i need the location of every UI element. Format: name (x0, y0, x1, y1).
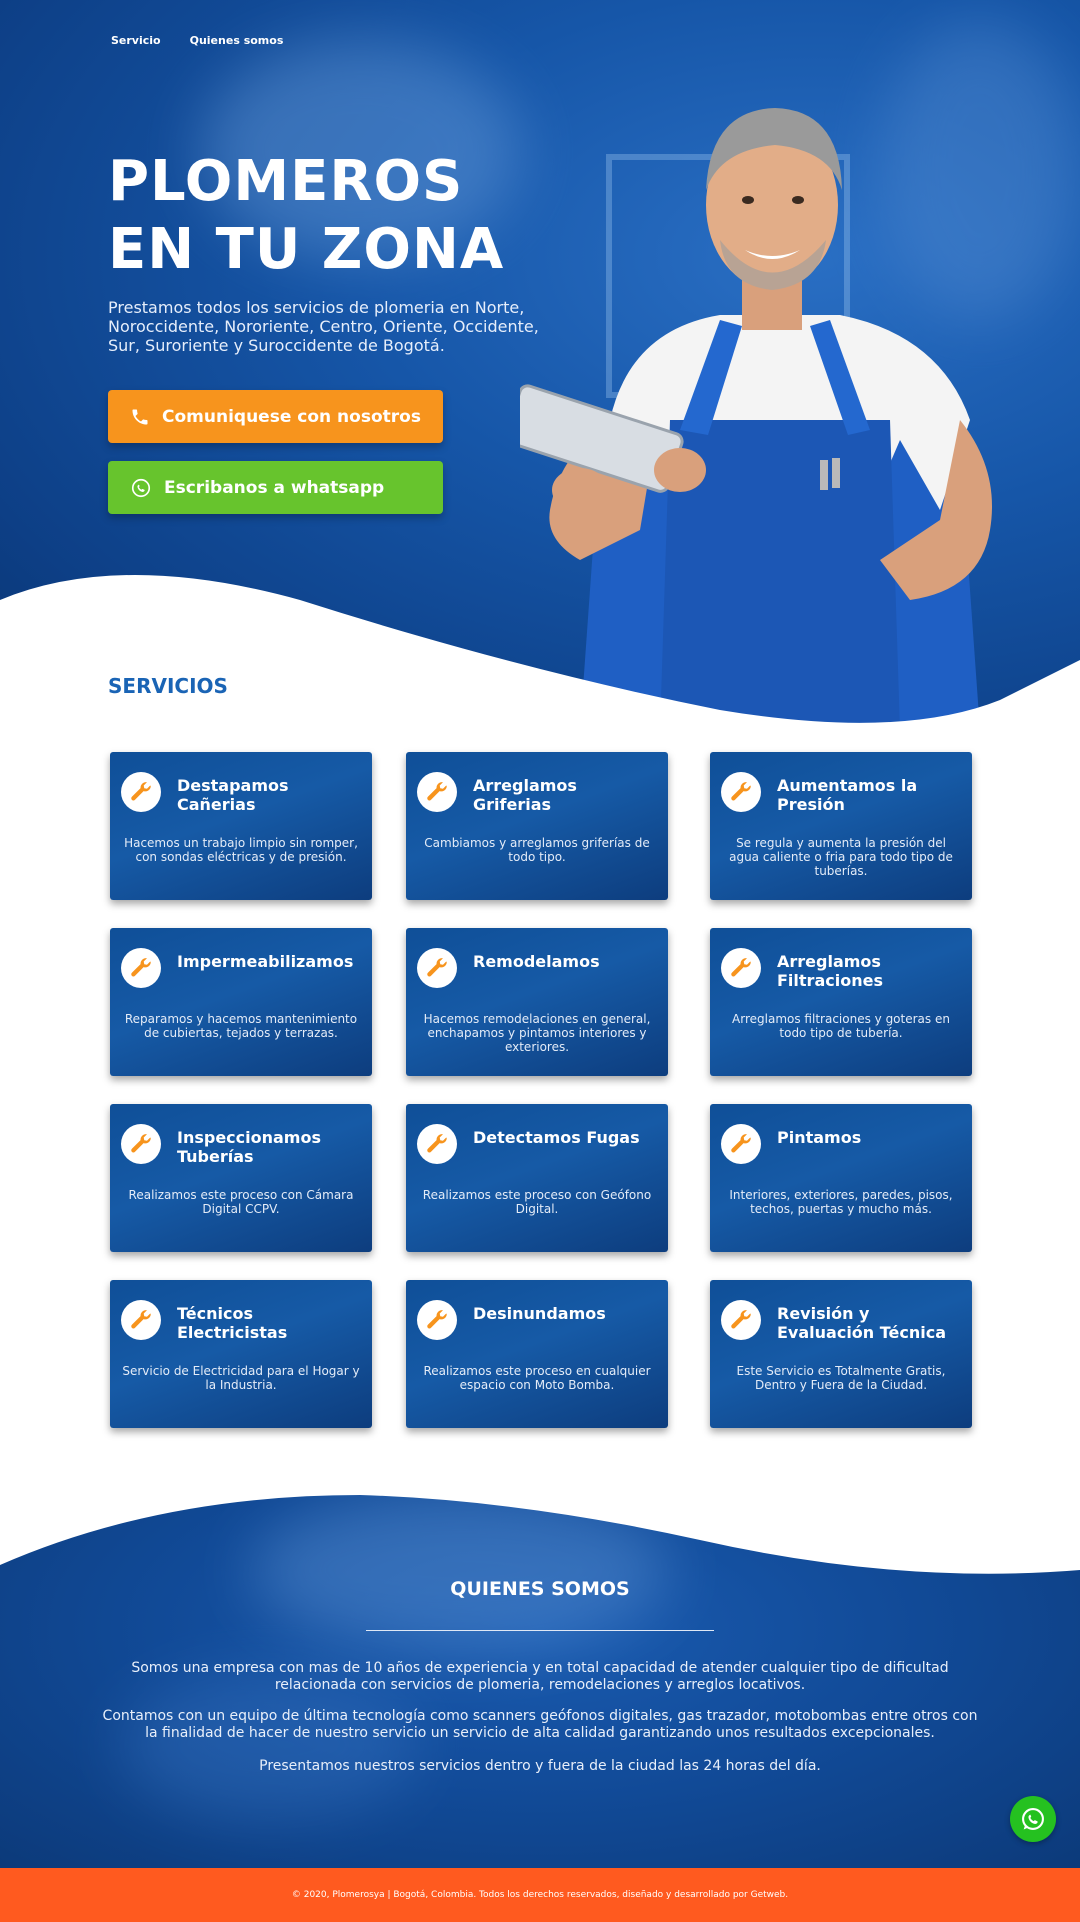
hero-title-line1: PLOMEROS (108, 149, 464, 214)
wave-divider (0, 575, 1080, 730)
hero-title: PLOMEROS EN TU ZONA (108, 148, 588, 284)
service-title: Impermeabilizamos (177, 952, 354, 971)
about-paragraph-1: Somos una empresa con mas de 10 años de … (131, 1660, 949, 1693)
wave-divider (0, 1470, 1080, 1574)
wrench-icon (417, 948, 457, 988)
service-title: Detectamos Fugas (473, 1128, 640, 1147)
service-card: Desinundamos Realizamos este proceso en … (406, 1280, 668, 1428)
wrench-icon (417, 1300, 457, 1340)
service-description: Servicio de Electricidad para el Hogar y… (122, 1364, 360, 1392)
service-title: Aumentamos la Presión (777, 776, 918, 814)
service-card: Arreglamos Griferias Cambiamos y arregla… (406, 752, 668, 900)
about-title: QUIENES SOMOS (450, 1578, 630, 1600)
service-description: Realizamos este proceso con Geófono Digi… (422, 1188, 652, 1216)
service-card: Aumentamos la Presión Se regula y aument… (710, 752, 972, 900)
hero-description: Prestamos todos los servicios de plomeri… (108, 298, 539, 355)
whatsapp-button[interactable]: Escribanos a whatsapp (108, 461, 443, 514)
service-description: Se regula y aumenta la presión del agua … (729, 836, 953, 878)
service-description: Cambiamos y arreglamos griferías de todo… (424, 836, 650, 864)
call-button[interactable]: Comuniquese con nosotros (108, 390, 443, 443)
service-description: Hacemos un trabajo limpio sin romper, co… (124, 836, 358, 864)
wrench-icon (721, 948, 761, 988)
service-card: Remodelamos Hacemos remodelaciones en ge… (406, 928, 668, 1076)
service-card: Inspeccionamos Tuberías Realizamos este … (110, 1104, 372, 1252)
wrench-icon (121, 948, 161, 988)
service-title: Desinundamos (473, 1304, 606, 1323)
wrench-icon (417, 1124, 457, 1164)
services-title: SERVICIOS (108, 674, 228, 698)
about-paragraph-3: Presentamos nuestros servicios dentro y … (259, 1758, 821, 1774)
service-card: Destapamos Cañerias Hacemos un trabajo l… (110, 752, 372, 900)
wrench-icon (721, 772, 761, 812)
wrench-icon (121, 1124, 161, 1164)
service-card: Técnicos Electricistas Servicio de Elect… (110, 1280, 372, 1428)
wrench-icon (721, 1300, 761, 1340)
footer-text: © 2020, Plomerosya | Bogotá, Colombia. T… (291, 1890, 789, 1900)
service-title: Pintamos (777, 1128, 862, 1147)
wrench-icon (121, 772, 161, 812)
service-title: Arreglamos Griferias (473, 776, 577, 814)
service-description: Hacemos remodelaciones en general, encha… (423, 1012, 651, 1054)
top-nav: Servicio Quienes somos (111, 34, 283, 47)
service-description: Este Servicio es Totalmente Gratis, Dent… (736, 1364, 946, 1392)
about-paragraph-2: Contamos con un equipo de última tecnolo… (102, 1708, 978, 1741)
service-title: Remodelamos (473, 952, 600, 971)
wrench-icon (721, 1124, 761, 1164)
nav-link-quienes-somos[interactable]: Quienes somos (190, 34, 284, 47)
service-title: Revisión y Evaluación Técnica (777, 1304, 947, 1342)
whatsapp-button-label: Escribanos a whatsapp (164, 477, 385, 498)
footer: © 2020, Plomerosya | Bogotá, Colombia. T… (0, 1868, 1080, 1922)
service-title: Técnicos Electricistas (177, 1304, 288, 1342)
call-button-label: Comuniquese con nosotros (162, 406, 421, 427)
service-title: Inspeccionamos Tuberías (177, 1128, 321, 1166)
service-title: Arreglamos Filtraciones (777, 952, 883, 990)
whatsapp-floating-button[interactable] (1010, 1796, 1056, 1842)
whatsapp-icon (1022, 1808, 1044, 1830)
hero-section: Servicio Quienes somos PLOMEROS EN TU ZO… (0, 0, 1080, 730)
service-description: Realizamos este proceso en cualquier esp… (423, 1364, 651, 1392)
service-card: Pintamos Interiores, exteriores, paredes… (710, 1104, 972, 1252)
service-description: Realizamos este proceso con Cámara Digit… (128, 1188, 354, 1216)
about-divider (366, 1630, 714, 1631)
service-description: Reparamos y hacemos mantenimiento de cub… (124, 1012, 358, 1040)
service-description: Interiores, exteriores, paredes, pisos, … (729, 1188, 953, 1216)
service-card: Revisión y Evaluación Técnica Este Servi… (710, 1280, 972, 1428)
phone-icon (132, 409, 148, 424)
service-card: Arreglamos Filtraciones Arreglamos filtr… (710, 928, 972, 1076)
whatsapp-icon (131, 478, 151, 497)
hero-title-line2: EN TU ZONA (108, 217, 505, 282)
service-card: Impermeabilizamos Reparamos y hacemos ma… (110, 928, 372, 1076)
wrench-icon (417, 772, 457, 812)
service-card: Detectamos Fugas Realizamos este proceso… (406, 1104, 668, 1252)
nav-link-servicio[interactable]: Servicio (111, 34, 161, 47)
service-title: Destapamos Cañerias (177, 776, 289, 814)
service-description: Arreglamos filtraciones y goteras en tod… (732, 1012, 950, 1040)
wrench-icon (121, 1300, 161, 1340)
